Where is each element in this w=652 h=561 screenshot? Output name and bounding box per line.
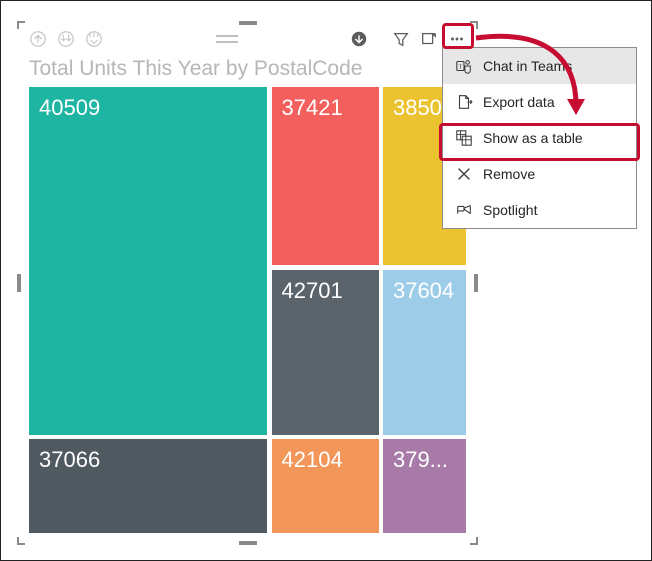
menu-item-show-as-table[interactable]: Show as a table	[443, 120, 636, 156]
resize-handle-bottom[interactable]	[239, 541, 257, 545]
menu-item-spotlight[interactable]: Spotlight	[443, 192, 636, 228]
menu-item-remove[interactable]: Remove	[443, 156, 636, 192]
resize-handle-bl[interactable]	[17, 531, 31, 545]
treemap-tile[interactable]: 37421	[272, 87, 379, 265]
context-menu: T Chat in Teams Export data Show as a ta…	[442, 47, 637, 229]
visual-container: Total Units This Year by PostalCode 4050…	[19, 23, 476, 543]
expand-all-button[interactable]	[81, 26, 107, 52]
teams-icon: T	[455, 57, 473, 75]
export-icon	[455, 93, 473, 111]
drill-up-button[interactable]	[25, 26, 51, 52]
drill-mode-button[interactable]	[346, 26, 372, 52]
treemap-chart[interactable]: 40509 37066 37421 42701 42104 38501 3760…	[29, 87, 466, 533]
menu-item-chat-teams[interactable]: T Chat in Teams	[443, 48, 636, 84]
treemap-tile[interactable]: 37604	[383, 270, 466, 435]
treemap-tile[interactable]: 379...	[383, 439, 466, 533]
menu-item-label: Export data	[483, 94, 555, 110]
treemap-tile[interactable]: 40509	[29, 87, 267, 435]
svg-text:T: T	[458, 64, 462, 71]
resize-handle-left[interactable]	[17, 274, 21, 292]
resize-handle-right[interactable]	[474, 274, 478, 292]
menu-item-label: Spotlight	[483, 202, 537, 218]
table-icon	[455, 129, 473, 147]
menu-item-export-data[interactable]: Export data	[443, 84, 636, 120]
menu-item-label: Show as a table	[483, 130, 583, 146]
resize-handle-br[interactable]	[464, 531, 478, 545]
visual-toolbar	[19, 23, 476, 55]
menu-item-label: Remove	[483, 166, 535, 182]
drag-grip-icon[interactable]	[216, 35, 238, 43]
close-icon	[455, 165, 473, 183]
spotlight-icon	[455, 201, 473, 219]
focus-mode-button[interactable]	[416, 26, 442, 52]
menu-item-label: Chat in Teams	[483, 58, 572, 74]
treemap-tile[interactable]: 37066	[29, 439, 267, 533]
resize-handle-top[interactable]	[239, 21, 257, 25]
filter-button[interactable]	[388, 26, 414, 52]
treemap-tile[interactable]: 42701	[272, 270, 379, 435]
drill-down-all-button[interactable]	[53, 26, 79, 52]
treemap-tile[interactable]: 42104	[272, 439, 379, 533]
visual-title: Total Units This Year by PostalCode	[19, 55, 476, 87]
